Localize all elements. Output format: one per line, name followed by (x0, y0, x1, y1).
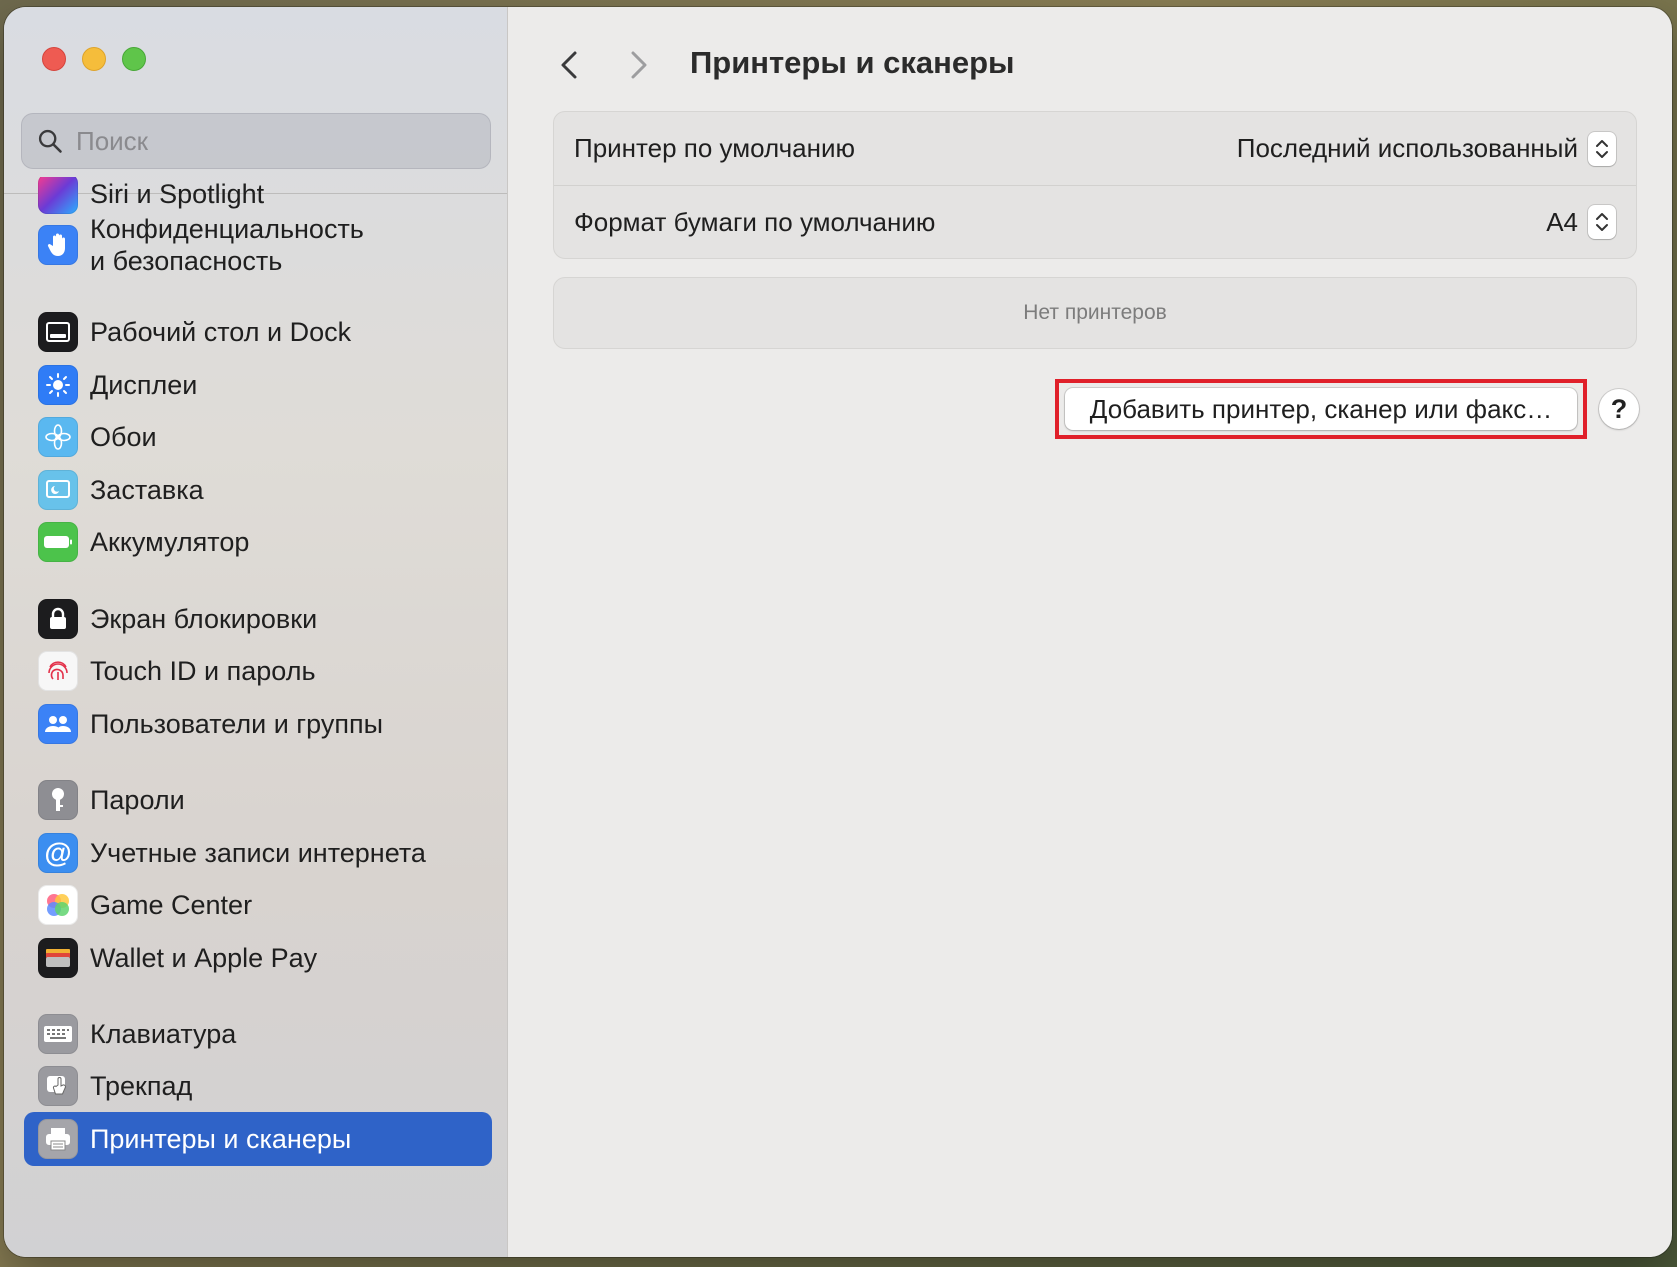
key-icon (38, 780, 78, 820)
game-center-icon (38, 885, 78, 925)
chevron-left-icon (561, 51, 577, 79)
sidebar-item-keyboard[interactable]: Клавиатура (24, 1007, 492, 1061)
at-icon: @ (38, 833, 78, 873)
sidebar-item-printers-scanners[interactable]: Принтеры и сканеры (24, 1112, 492, 1166)
chevron-right-icon (631, 51, 647, 79)
sidebar-item-label: Пароли (90, 785, 185, 815)
flower-icon (38, 417, 78, 457)
zoom-window-button[interactable] (122, 47, 146, 71)
sidebar-item-label: Аккумулятор (90, 527, 250, 557)
printer-icon (38, 1119, 78, 1159)
sidebar-item-label: Конфиденциальность и безопасность (90, 214, 364, 276)
window-controls (42, 47, 146, 71)
sidebar-item-label: Пользователи и группы (90, 709, 384, 739)
page-title: Принтеры и сканеры (690, 45, 1015, 80)
sidebar-item-label: Touch ID и пароль (90, 656, 316, 686)
keyboard-icon (38, 1014, 78, 1054)
search-input[interactable] (76, 125, 476, 157)
paper-size-row: Формат бумаги по умолчанию A4 (554, 185, 1636, 258)
sidebar-item-label: Трекпад (90, 1071, 193, 1101)
sidebar-item-wallpaper[interactable]: Обои (24, 410, 492, 464)
search-icon (38, 129, 62, 153)
sidebar-item-label: Siri и Spotlight (90, 179, 265, 209)
sidebar-item-users-groups[interactable]: Пользователи и группы (24, 697, 492, 751)
default-printer-popup[interactable]: Последний использованный (1236, 131, 1616, 166)
dock-icon (38, 312, 78, 352)
minimize-window-button[interactable] (82, 47, 106, 71)
sidebar: Siri и Spotlight Конфиденциальность и бе… (4, 7, 508, 1257)
sidebar-item-label: Заставка (90, 475, 204, 505)
sidebar-item-privacy[interactable]: Конфиденциальность и безопасность (24, 213, 492, 277)
chevron-updown-icon (1588, 205, 1616, 239)
chevron-updown-icon (1588, 131, 1616, 166)
sidebar-item-trackpad[interactable]: Трекпад (24, 1059, 492, 1113)
sidebar-item-label: Клавиатура (90, 1019, 237, 1049)
sidebar-item-game-center[interactable]: Game Center (24, 878, 492, 932)
default-printer-value: Последний использованный (1236, 133, 1578, 163)
trackpad-icon (38, 1066, 78, 1106)
siri-icon (38, 177, 78, 214)
sidebar-item-label: Game Center (90, 890, 253, 920)
sidebar-item-label: Дисплеи (90, 370, 198, 400)
sidebar-list: Siri и Spotlight Конфиденциальность и бе… (4, 177, 508, 1257)
fingerprint-icon (38, 651, 78, 691)
back-button[interactable] (551, 45, 587, 85)
lock-icon (38, 599, 78, 639)
sidebar-item-wallet[interactable]: Wallet и Apple Pay (24, 931, 492, 985)
main-pane: Принтеры и сканеры Принтер по умолчанию … (509, 7, 1672, 1257)
sidebar-item-label: Экран блокировки (90, 604, 318, 634)
help-button[interactable]: ? (1599, 389, 1639, 429)
sidebar-item-label: Wallet и Apple Pay (90, 943, 318, 973)
hand-icon (38, 225, 78, 265)
printers-list-empty: Нет принтеров (553, 277, 1637, 349)
sun-icon (38, 365, 78, 405)
paper-size-popup[interactable]: A4 (1546, 205, 1616, 239)
sidebar-item-passwords[interactable]: Пароли (24, 773, 492, 827)
forward-button[interactable] (621, 45, 657, 85)
sidebar-item-displays[interactable]: Дисплеи (24, 358, 492, 412)
default-printer-label: Принтер по умолчанию (574, 133, 856, 163)
sidebar-item-internet-accounts[interactable]: @ Учетные записи интернета (24, 826, 492, 880)
default-printer-row: Принтер по умолчанию Последний использов… (554, 112, 1636, 185)
defaults-group: Принтер по умолчанию Последний использов… (553, 111, 1637, 259)
sidebar-item-desktop-dock[interactable]: Рабочий стол и Dock (24, 305, 492, 359)
sidebar-item-lock-screen[interactable]: Экран блокировки (24, 592, 492, 646)
users-icon (38, 704, 78, 744)
close-window-button[interactable] (42, 47, 66, 71)
sidebar-item-battery[interactable]: Аккумулятор (24, 515, 492, 569)
sidebar-item-label: Рабочий стол и Dock (90, 317, 352, 347)
wallet-icon (38, 938, 78, 978)
search-field[interactable] (21, 113, 491, 169)
settings-window: Siri и Spotlight Конфиденциальность и бе… (4, 7, 1672, 1257)
sidebar-item-label: Обои (90, 422, 157, 452)
battery-icon (38, 522, 78, 562)
sidebar-item-touch-id[interactable]: Touch ID и пароль (24, 644, 492, 698)
paper-size-value: A4 (1546, 206, 1578, 237)
screensaver-icon (38, 470, 78, 510)
sidebar-item-label: Принтеры и сканеры (90, 1124, 352, 1154)
add-printer-button[interactable]: Добавить принтер, сканер или факс… (1065, 388, 1577, 430)
paper-size-label: Формат бумаги по умолчанию (574, 206, 936, 237)
sidebar-item-label: Учетные записи интернета (90, 838, 426, 868)
sidebar-item-screensaver[interactable]: Заставка (24, 463, 492, 517)
